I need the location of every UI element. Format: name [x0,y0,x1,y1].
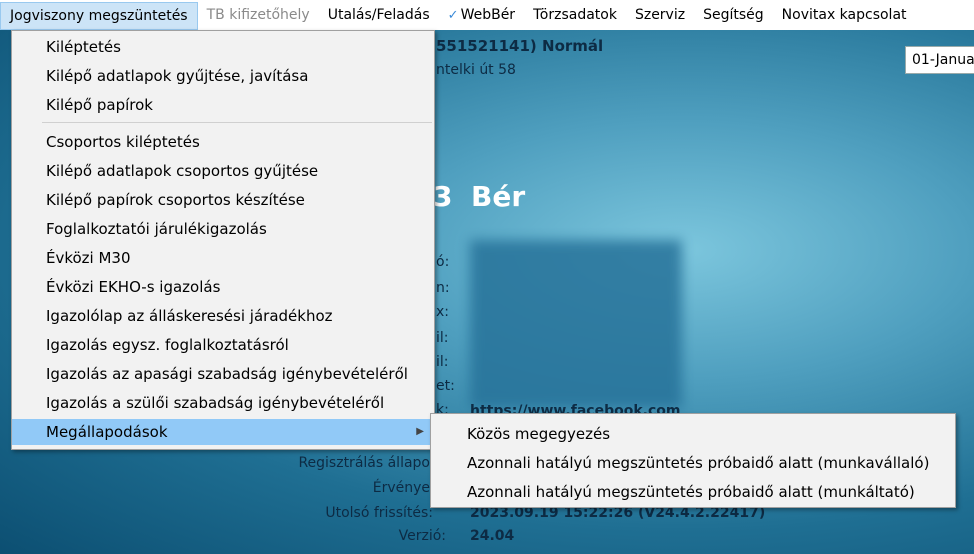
menu-webber[interactable]: ✓ WebBér [439,0,524,30]
page-title: Bér [471,180,526,213]
submenu-item-azonnali-munkaltato[interactable]: Azonnali hatályú megszüntetés próbaidő a… [431,478,955,506]
validity-label: Érvénye [372,480,430,496]
menu-item-megallapodasok[interactable]: Megállapodások ▶ [12,419,434,445]
check-icon: ✓ [447,8,459,23]
menu-item-apasagi-szabadsag[interactable]: Igazolás az apasági szabadság igénybevét… [12,361,434,387]
menu-segitseg[interactable]: Segítség [694,0,773,30]
menu-item-jarulekigazolas[interactable]: Foglalkoztatói járulékigazolás [12,216,434,242]
registration-status-label: Regisztrálás állapo [298,455,430,471]
submenu-item-azonnali-munkavallalo[interactable]: Azonnali hatályú megszüntetés próbaidő a… [431,449,955,477]
dropdown-menu-jogviszony: Kiléptetés Kilépő adatlapok gyűjtése, ja… [11,30,435,450]
menu-szerviz[interactable]: Szerviz [626,0,694,30]
menu-item-csoportos-kileptetes[interactable]: Csoportos kiléptetés [12,129,434,155]
menu-separator [42,122,432,123]
menu-item-csoportos-gyujtes[interactable]: Kilépő adatlapok csoportos gyűjtése [12,158,434,184]
menu-item-evkozi-m30[interactable]: Évközi M30 [12,245,434,271]
field-label-partial: il: [436,354,449,370]
last-refresh-label: Utolsó frissítés: [325,505,433,521]
field-label-partial: x: [436,304,450,320]
submenu-item-kozos-megegyezes[interactable]: Közös megegyezés [431,420,955,448]
redacted-area [470,240,682,408]
menu-item-kileptetes[interactable]: Kiléptetés [12,34,434,60]
menu-item-egysz-foglalkoztatas[interactable]: Igazolás egysz. foglalkoztatásról [12,332,434,358]
menu-torzsadatok[interactable]: Törzsadatok [524,0,626,30]
menu-item-evkozi-ekho[interactable]: Évközi EKHO-s igazolás [12,274,434,300]
company-address: ntelki út 58 [436,62,516,78]
company-info: 551521141) Normál [436,37,604,55]
field-label-partial: ó: [436,254,450,270]
menu-item-szuloi-szabadsag[interactable]: Igazolás a szülői szabadság igénybevétel… [12,390,434,416]
submenu-arrow-icon: ▶ [416,426,424,437]
submenu-megallapodasok: Közös megegyezés Azonnali hatályú megszü… [430,413,956,508]
field-label-partial: et: [436,378,455,394]
version-label: Verzió: [398,528,446,544]
menu-novitax-kapcsolat[interactable]: Novitax kapcsolat [773,0,916,30]
menu-jogviszony-megszuntetes[interactable]: Jogviszony megszüntetés [0,1,198,30]
field-label-partial: n: [436,280,450,296]
menu-item-csoportos-papirok[interactable]: Kilépő papírok csoportos készítése [12,187,434,213]
title-prefix: 3 [433,180,453,213]
menu-utalas-feladas[interactable]: Utalás/Feladás [319,0,439,30]
menu-item-igazololap[interactable]: Igazolólap az álláskeresési járadékhoz [12,303,434,329]
menu-item-kilepo-papirok[interactable]: Kilépő papírok [12,92,434,118]
menu-bar: Jogviszony megszüntetés TB kifizetőhely … [0,0,974,30]
menu-webber-label: WebBér [460,7,516,23]
date-field[interactable]: 01-Janua [905,46,974,74]
menu-item-kilepo-adatlapok[interactable]: Kilépő adatlapok gyűjtése, javítása [12,63,434,89]
field-label-partial: il: [436,330,449,346]
version-value: 24.04 [470,528,515,544]
menu-tb-kifizetohely[interactable]: TB kifizetőhely [198,0,319,30]
